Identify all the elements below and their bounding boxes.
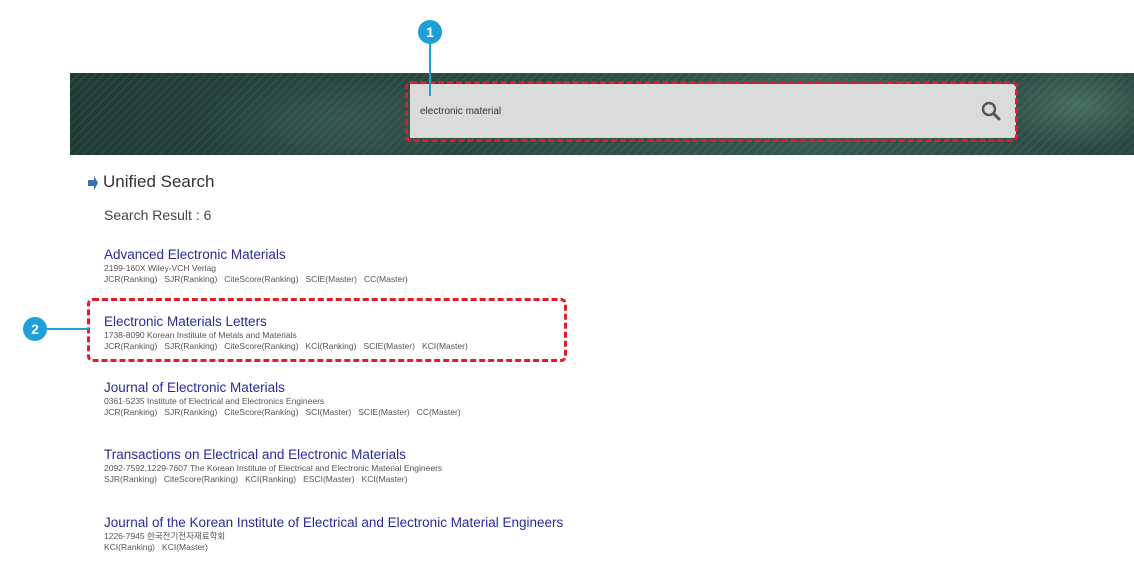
result-item: Advanced Electronic Materials 2199-160X … [104,246,408,285]
category-link[interactable]: KCI(Ranking) [245,474,296,485]
category-link[interactable]: ESCI(Master) [303,474,354,485]
category-link[interactable]: SCIE(Master) [305,274,356,285]
section-title: Unified Search [103,172,215,191]
result-categories: KCI(Ranking) KCI(Master) [104,542,563,553]
category-link[interactable]: KCI(Ranking) [104,542,155,553]
category-link[interactable]: SJR(Ranking) [164,274,217,285]
result-meta: 1226-7945 한국전기전자재료학회 [104,531,226,541]
result-title-link[interactable]: Journal of the Korean Institute of Elect… [104,514,563,531]
result-meta: 2199-160X Wiley-VCH Verlag [104,263,216,273]
result-categories: JCR(Ranking) SJR(Ranking) CiteScore(Rank… [104,407,461,418]
category-link[interactable]: CC(Master) [364,274,408,285]
category-link[interactable]: JCR(Ranking) [104,407,157,418]
result-title-link[interactable]: Transactions on Electrical and Electroni… [104,446,442,463]
result-highlight-frame [87,298,567,362]
result-categories: SJR(Ranking) CiteScore(Ranking) KCI(Rank… [104,474,442,485]
result-title-link[interactable]: Advanced Electronic Materials [104,246,408,263]
category-link[interactable]: CiteScore(Ranking) [164,474,238,485]
category-link[interactable]: CiteScore(Ranking) [224,274,298,285]
category-link[interactable]: KCI(Master) [362,474,408,485]
callout-badge-2: 2 [23,317,47,341]
category-link[interactable]: KCI(Master) [162,542,208,553]
category-link[interactable]: CiteScore(Ranking) [224,407,298,418]
category-link[interactable]: JCR(Ranking) [104,274,157,285]
result-meta: 0361-5235 Institute of Electrical and El… [104,396,325,406]
result-title-link[interactable]: Journal of Electronic Materials [104,379,461,396]
search-highlight-frame [405,81,1018,142]
category-link[interactable]: SCI(Master) [305,407,351,418]
callout-leader-1 [429,44,431,96]
result-item: Journal of Electronic Materials 0361-523… [104,379,461,418]
result-meta: 2092-7592,1229-7607 The Korean Institute… [104,463,443,473]
category-link[interactable]: SCIE(Master) [358,407,409,418]
category-link[interactable]: CC(Master) [417,407,461,418]
result-item: Journal of the Korean Institute of Elect… [104,514,563,553]
callout-badge-1: 1 [418,20,442,44]
category-link[interactable]: SJR(Ranking) [104,474,157,485]
section-arrow-icon [88,176,98,190]
category-link[interactable]: SJR(Ranking) [164,407,217,418]
callout-leader-2 [47,328,89,330]
result-count: Search Result : 6 [104,207,212,223]
result-item: Transactions on Electrical and Electroni… [104,446,442,485]
result-categories: JCR(Ranking) SJR(Ranking) CiteScore(Rank… [104,274,408,285]
